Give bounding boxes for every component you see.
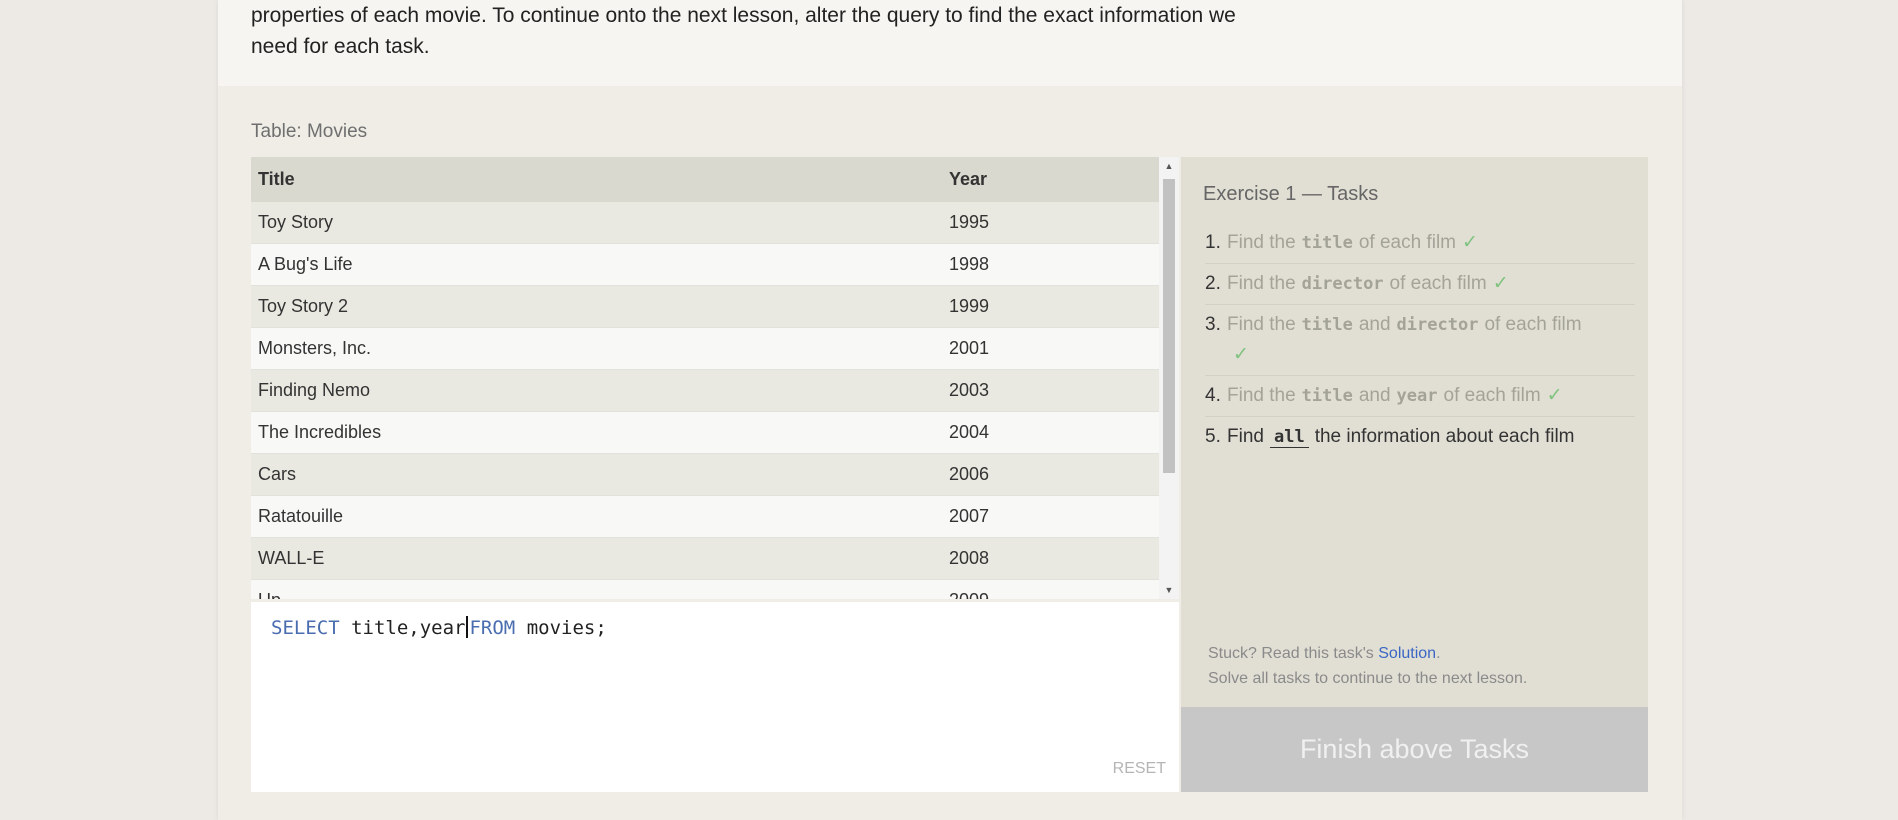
table-row: Up2009 (251, 579, 1159, 599)
task-number: 4. (1205, 385, 1221, 406)
hint-line-2: Solve all tasks to continue to the next … (1208, 670, 1528, 687)
task-text-post: of each film (1484, 314, 1582, 335)
scroll-down-icon[interactable]: ▼ (1159, 581, 1179, 599)
task-text-pre: Find the (1227, 314, 1296, 335)
task-code: year (1396, 386, 1438, 406)
cell-year: 2006 (949, 453, 1159, 496)
task-text-post: of each film (1389, 273, 1487, 294)
cell-title: WALL-E (251, 537, 949, 580)
tasks-title: Exercise 1 — Tasks (1203, 183, 1379, 205)
solution-link[interactable]: Solution (1378, 645, 1436, 662)
tasks-panel: Exercise 1 — Tasks 1. Find the title of eac… (1181, 157, 1648, 707)
task-item: 1. Find the title of each film ✓ (1205, 223, 1635, 264)
sql-query-text[interactable]: SELECT title,year FROM movies; (271, 616, 607, 639)
cell-year: 2008 (949, 537, 1159, 580)
task-text-pre: Find the (1227, 232, 1296, 253)
column-header-title: Title (251, 157, 949, 202)
cell-year: 2009 (949, 579, 1159, 599)
task-item: 3. Find the title and director of each film ✓ (1205, 305, 1635, 376)
table-row: Cars 2006 (251, 453, 1159, 496)
cell-title: Up (251, 579, 949, 599)
task-code: all (1269, 427, 1309, 448)
cell-title: A Bug's Life (251, 243, 949, 286)
results-table: Title Year Toy Story 1995 A Bug's Life 199… (251, 157, 1159, 599)
reset-button[interactable]: RESET (1113, 760, 1166, 778)
hint-line-1: Stuck? Read this task's Solution. (1208, 641, 1527, 666)
check-icon: ✓ (1492, 273, 1509, 294)
sql-keyword-from: FROM (469, 617, 516, 639)
table-header-row: Title Year (251, 157, 1159, 202)
task-text-mid: and (1358, 314, 1391, 335)
task-code: title (1301, 233, 1353, 253)
task-number: 2. (1205, 273, 1221, 294)
cell-year: 2004 (949, 411, 1159, 454)
task-code: director (1396, 315, 1479, 335)
lesson-intro: properties of each movie. To continue on… (218, 0, 1682, 86)
task-list: 1. Find the title of each film ✓ 2. Find the d… (1205, 223, 1635, 457)
table-row: Toy Story 2 1999 (251, 285, 1159, 328)
task-hint: Stuck? Read this task's Solution. Solve … (1208, 641, 1527, 691)
scroll-up-icon[interactable]: ▲ (1159, 157, 1179, 175)
task-number: 3. (1205, 314, 1221, 335)
check-icon: ✓ (1546, 385, 1563, 406)
scroll-thumb[interactable] (1163, 179, 1175, 473)
hint-period: . (1436, 645, 1441, 662)
cell-title: The Incredibles (251, 411, 949, 454)
cell-title: Cars (251, 453, 949, 496)
finish-tasks-button[interactable]: Finish above Tasks (1181, 707, 1648, 792)
intro-line-1: properties of each movie. To continue on… (251, 4, 1236, 27)
table-row: A Bug's Life 1998 (251, 243, 1159, 286)
cell-year: 1999 (949, 285, 1159, 328)
intro-line-2: need for each task. (251, 35, 430, 58)
task-text-pre: Find the (1227, 385, 1296, 406)
intro-text: properties of each movie. To continue on… (251, 0, 1311, 62)
task-item: 2. Find the director of each film ✓ (1205, 264, 1635, 305)
cell-title: Finding Nemo (251, 369, 949, 412)
task-text-post: of each film (1443, 385, 1541, 406)
table-row: Ratatouille 2007 (251, 495, 1159, 538)
task-number: 5. (1205, 426, 1221, 447)
cell-year: 2001 (949, 327, 1159, 370)
hint-text: Stuck? Read this task's (1208, 645, 1379, 662)
cell-title: Ratatouille (251, 495, 949, 538)
table-scrollbar[interactable]: ▲ ▼ (1159, 157, 1179, 599)
cell-year: 2007 (949, 495, 1159, 538)
task-code: title (1301, 386, 1353, 406)
check-icon: ✓ (1462, 232, 1478, 253)
task-text-post: of each film (1358, 232, 1456, 253)
table-row: Monsters, Inc. 2001 (251, 327, 1159, 370)
cell-year: 2003 (949, 369, 1159, 412)
cell-title: Toy Story 2 (251, 285, 949, 328)
task-code: director (1301, 274, 1384, 294)
lesson-page: properties of each movie. To continue on… (218, 0, 1682, 820)
cell-title: Monsters, Inc. (251, 327, 949, 370)
table-caption: Table: Movies (251, 121, 368, 142)
task-text-pre: Find (1227, 426, 1264, 447)
table-row: Toy Story 1995 (251, 202, 1159, 244)
cell-year: 1995 (949, 202, 1159, 244)
table-row: Finding Nemo 2003 (251, 369, 1159, 412)
column-header-year: Year (949, 157, 1159, 202)
task-item-current: 5. Find all the information about each film (1205, 417, 1635, 457)
cell-year: 1998 (949, 243, 1159, 286)
cell-title: Toy Story (251, 202, 949, 244)
table-row: The Incredibles 2004 (251, 411, 1159, 454)
task-item: 4. Find the title and year of each film ✓ (1205, 376, 1635, 417)
results-table-container: Title Year Toy Story 1995 A Bug's Life 199… (251, 157, 1179, 599)
task-text-mid: and (1358, 385, 1391, 406)
table-row: WALL-E 2008 (251, 537, 1159, 580)
sql-table: movies; (515, 617, 607, 639)
check-icon: ✓ (1233, 344, 1249, 365)
task-text-pre: Find the (1227, 273, 1296, 294)
task-number: 1. (1205, 232, 1221, 253)
sql-columns: title,year (339, 617, 466, 639)
sql-editor[interactable]: SELECT title,year FROM movies; RESET (251, 602, 1179, 792)
task-code: title (1301, 315, 1353, 335)
task-text-post: the information about each film (1314, 426, 1575, 447)
sql-keyword-select: SELECT (271, 617, 340, 639)
